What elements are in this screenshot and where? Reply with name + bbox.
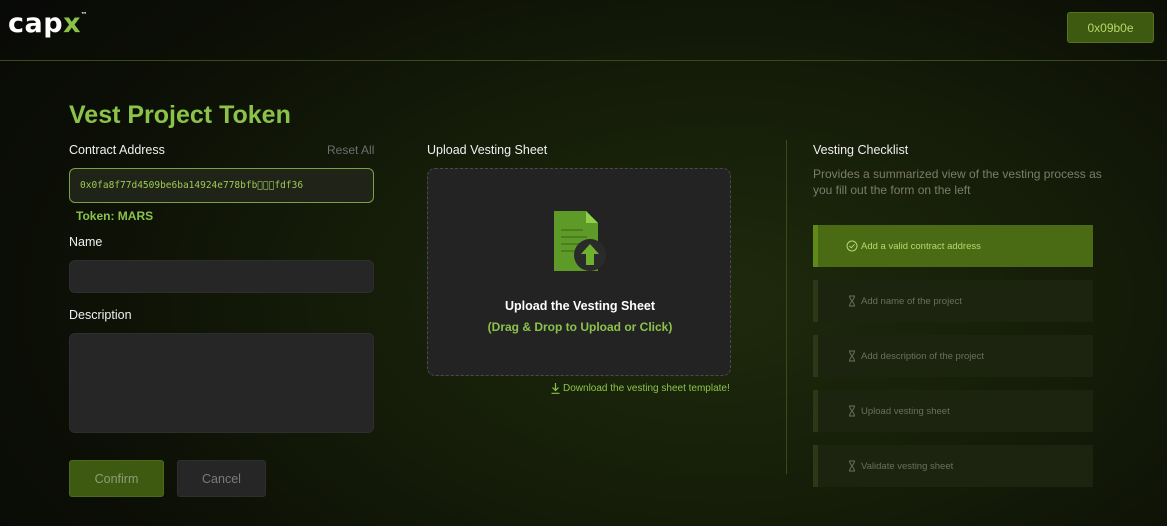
contract-address-input[interactable]: 0x0fa8f77d4509be6ba14924e778bfb⃥⃥⃥fdf36 bbox=[69, 168, 374, 203]
column-divider bbox=[786, 140, 787, 474]
upload-subtitle: (Drag & Drop to Upload or Click) bbox=[487, 320, 673, 334]
capx-logo[interactable]: capx ™ bbox=[8, 8, 88, 39]
checklist-item-project-name: Add name of the project bbox=[813, 280, 1093, 322]
name-input[interactable] bbox=[69, 260, 374, 293]
hourglass-icon bbox=[849, 350, 855, 362]
checklist-item-label: Add a valid contract address bbox=[861, 240, 981, 252]
checklist-item-project-description: Add description of the project bbox=[813, 335, 1093, 377]
page-title: Vest Project Token bbox=[69, 101, 291, 129]
check-circle-icon bbox=[846, 240, 858, 252]
download-icon bbox=[551, 383, 560, 394]
logo-trademark: ™ bbox=[80, 11, 88, 19]
wallet-address-button[interactable]: 0x09b0e bbox=[1067, 12, 1154, 43]
checklist-item-label: Add description of the project bbox=[861, 350, 985, 362]
checklist-item-upload-sheet: Upload vesting sheet bbox=[813, 390, 1093, 432]
description-textarea[interactable] bbox=[69, 333, 374, 433]
token-name-label: Token: MARS bbox=[76, 209, 154, 223]
hourglass-icon bbox=[849, 460, 855, 472]
logo-accent: x bbox=[63, 8, 81, 39]
document-upload-icon bbox=[554, 211, 606, 271]
checklist-title: Vesting Checklist bbox=[813, 143, 909, 157]
upload-section-label: Upload Vesting Sheet bbox=[427, 143, 548, 157]
name-label: Name bbox=[69, 235, 103, 249]
logo-text: cap bbox=[8, 8, 64, 39]
checklist-item-label: Validate vesting sheet bbox=[861, 460, 954, 472]
checklist-description: Provides a summarized view of the vestin… bbox=[813, 167, 1102, 197]
cancel-button[interactable]: Cancel bbox=[177, 460, 266, 497]
description-label: Description bbox=[69, 308, 132, 322]
contract-address-value: 0x0fa8f77d4509be6ba14924e778bfb⃥⃥⃥fdf36 bbox=[80, 180, 304, 191]
checklist-item-validate-sheet: Validate vesting sheet bbox=[813, 445, 1093, 487]
reset-all-button[interactable]: Reset All bbox=[327, 143, 374, 157]
checklist-item-contract-address: Add a valid contract address bbox=[813, 225, 1093, 267]
hourglass-icon bbox=[849, 295, 855, 307]
download-template-link[interactable]: Download the vesting sheet template! bbox=[551, 383, 730, 394]
download-template-label: Download the vesting sheet template! bbox=[563, 383, 730, 394]
contract-address-label: Contract Address bbox=[69, 143, 165, 157]
vesting-sheet-dropzone[interactable]: Upload the Vesting Sheet (Drag & Drop to… bbox=[427, 168, 731, 376]
confirm-button[interactable]: Confirm bbox=[69, 460, 164, 497]
upload-title: Upload the Vesting Sheet bbox=[504, 299, 656, 313]
checklist-item-label: Add name of the project bbox=[861, 295, 962, 307]
checklist-item-label: Upload vesting sheet bbox=[861, 405, 950, 417]
top-bar: capx ™ 0x09b0e bbox=[0, 0, 1167, 61]
hourglass-icon bbox=[849, 405, 855, 417]
